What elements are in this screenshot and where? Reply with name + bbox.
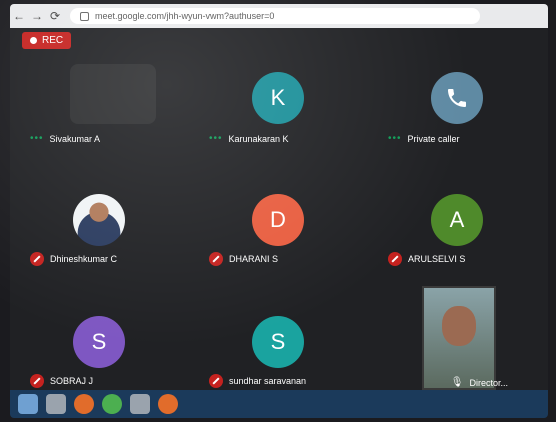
participant-name: Director... <box>469 377 508 388</box>
audio-activity-icon: ••• <box>30 133 44 144</box>
participant-photo <box>73 194 125 246</box>
mic-muted-icon <box>30 252 44 266</box>
participant-label: sundhar saravanan <box>209 374 306 388</box>
url-text: meet.google.com/jhh-wyun-vwm?authuser=0 <box>95 11 275 21</box>
browser-icon[interactable] <box>74 394 94 414</box>
start-icon[interactable] <box>18 394 38 414</box>
participant-label: ••• Karunakaran K <box>209 133 289 144</box>
participants-grid: ••• Sivakumar A K ••• Karunakaran K ••• … <box>10 28 548 394</box>
mic-on-icon: 🎙 <box>450 377 464 388</box>
back-icon[interactable]: ← <box>10 9 28 23</box>
meet-window: ← → ⟳ meet.google.com/jhh-wyun-vwm?authu… <box>10 4 548 418</box>
phone-avatar <box>431 72 483 124</box>
participant-name: Karunakaran K <box>228 133 289 144</box>
photo-frame: ← → ⟳ meet.google.com/jhh-wyun-vwm?authu… <box>0 0 556 422</box>
participant-avatar: A <box>431 194 483 246</box>
video-feed <box>70 64 156 124</box>
self-video <box>442 306 476 346</box>
avatar-initial: S <box>270 329 286 354</box>
participant-tile[interactable]: S SOBRAJ J <box>10 272 189 394</box>
participant-name: sundhar saravanan <box>229 376 307 386</box>
participant-avatar: S <box>73 316 125 368</box>
reload-icon[interactable]: ⟳ <box>46 9 64 23</box>
app-icon[interactable] <box>130 394 150 414</box>
mic-muted-icon <box>388 252 402 266</box>
participant-tile[interactable]: Dhineshkumar C <box>10 150 189 272</box>
participant-label: ••• Private caller <box>388 133 460 144</box>
participant-label: Dhineshkumar C <box>30 252 117 266</box>
participant-tile[interactable]: K ••• Karunakaran K <box>189 28 368 150</box>
participant-label: DHARANI S <box>209 252 278 266</box>
participant-label: ARULSELVI S <box>388 252 465 266</box>
participant-avatar: S <box>252 316 304 368</box>
participant-name: Private caller <box>407 133 460 144</box>
audio-activity-icon: ••• <box>209 133 223 144</box>
avatar-initial: A <box>449 207 465 232</box>
participant-name: SOBRAJ J <box>50 376 94 386</box>
forward-icon[interactable]: → <box>28 9 46 23</box>
mic-muted-icon <box>209 374 223 388</box>
participant-avatar: K <box>252 72 304 124</box>
avatar-initial: D <box>270 207 286 232</box>
participant-tile[interactable]: D DHARANI S <box>189 150 368 272</box>
app-icon[interactable] <box>102 394 122 414</box>
audio-activity-icon: ••• <box>388 133 402 144</box>
participant-label: SOBRAJ J <box>30 374 93 388</box>
participant-name: DHARANI S <box>229 254 279 264</box>
participant-tile[interactable]: S sundhar saravanan <box>189 272 368 394</box>
participant-avatar: D <box>252 194 304 246</box>
file-explorer-icon[interactable] <box>46 394 66 414</box>
lock-icon <box>80 11 89 21</box>
browser-toolbar: ← → ⟳ meet.google.com/jhh-wyun-vwm?authu… <box>10 4 548 28</box>
participant-name: Dhineshkumar C <box>50 254 118 264</box>
participant-tile[interactable]: ••• Sivakumar A <box>10 28 189 150</box>
mic-muted-icon <box>209 252 223 266</box>
windows-taskbar <box>10 390 548 418</box>
participant-tile[interactable]: A ARULSELVI S <box>368 150 547 272</box>
self-label: 🎙 Director... <box>451 377 508 388</box>
mic-muted-icon <box>30 374 44 388</box>
self-view-tile[interactable] <box>422 286 496 390</box>
address-bar[interactable]: meet.google.com/jhh-wyun-vwm?authuser=0 <box>70 8 480 24</box>
app-icon[interactable] <box>158 394 178 414</box>
phone-icon <box>448 89 466 107</box>
participant-name: ARULSELVI S <box>408 254 466 264</box>
avatar-initial: S <box>91 329 107 354</box>
participant-tile[interactable]: ••• Private caller <box>368 28 547 150</box>
avatar-initial: K <box>270 85 286 110</box>
participant-name: Sivakumar A <box>49 133 101 144</box>
participant-label: ••• Sivakumar A <box>30 133 100 144</box>
